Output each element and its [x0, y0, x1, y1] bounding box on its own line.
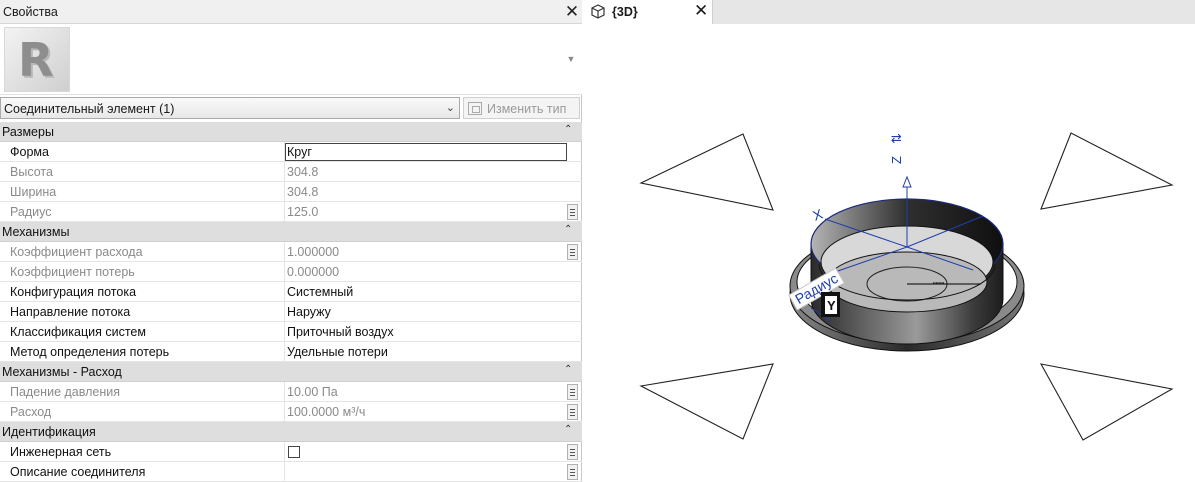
3d-canvas[interactable]: ▪▪▪▪▪▪▪▪ Z ⇅ X Радиус Y — [583, 24, 1195, 482]
property-row-konfig: Конфигурация потока Системный — [0, 282, 582, 302]
associate-parameter-button[interactable] — [567, 204, 578, 220]
group-label: Размеры — [2, 125, 54, 139]
revit-logo: R — [4, 27, 70, 92]
associate-parameter-button[interactable] — [567, 464, 578, 480]
property-row-napravl: Направление потока Наружу — [0, 302, 582, 322]
property-value: 1.000000 — [287, 245, 340, 259]
tab-3d-view[interactable]: {3D} ✕ — [583, 0, 713, 24]
view-area: {3D} ✕ ▪▪▪▪▪▪▪▪ Z ⇅ X Радиус Y — [583, 0, 1195, 482]
property-row-koef-rashoda: Коэффициент расхода 1.000000 — [0, 242, 582, 262]
associate-parameter-button[interactable] — [567, 444, 578, 460]
property-value: 304.8 — [287, 185, 319, 199]
view-tab-strip: {3D} ✕ — [583, 0, 1195, 24]
view-arrow-top-left[interactable] — [639, 133, 774, 211]
property-row-padenie: Падение давления 10.00 Па — [0, 382, 582, 402]
property-name: Падение давления — [10, 385, 120, 399]
z-axis-label: Z — [889, 156, 904, 164]
revit-logo-letter: R — [18, 33, 54, 87]
property-row-vysota: Высота 304.8 — [0, 162, 582, 182]
group-header-rashod[interactable]: Механизмы - Расход ⌃ — [0, 362, 582, 382]
property-value: 0.000000 — [287, 265, 340, 279]
associate-parameter-button[interactable] — [567, 404, 578, 420]
property-value[interactable]: Системный — [287, 285, 565, 299]
property-row-metod: Метод определения потерь Удельные потери — [0, 342, 582, 362]
properties-title: Свойства — [3, 5, 58, 19]
group-header-ident[interactable]: Идентификация ⌃ — [0, 422, 582, 442]
property-name: Форма — [10, 145, 49, 159]
property-value[interactable]: Наружу — [287, 305, 565, 319]
edit-type-label: Изменить тип — [487, 102, 567, 116]
x-axis-label: X — [811, 205, 826, 223]
close-icon[interactable]: ✕ — [694, 2, 708, 20]
property-row-forma: Форма Круг — [0, 142, 582, 162]
3d-view-icon — [591, 4, 605, 19]
associate-parameter-button[interactable] — [567, 384, 578, 400]
type-selector-row: Соединительный элемент (1) ⌄ Изменить ти… — [0, 96, 582, 121]
dimension-value: ▪▪▪▪▪▪▪▪ — [933, 280, 945, 285]
app-window: Свойства ✕ R ▼ Соединительный элемент (1… — [0, 0, 1195, 482]
property-name: Коэффициент расхода — [10, 245, 143, 259]
group-label: Идентификация — [2, 425, 96, 439]
collapse-icon[interactable]: ⌃ — [564, 224, 572, 235]
property-name: Описание соединителя — [10, 465, 146, 479]
view-arrow-top-right[interactable] — [1040, 132, 1174, 210]
properties-title-bar: Свойства ✕ — [0, 0, 582, 24]
y-axis-label: Y — [827, 298, 836, 313]
property-name: Классификация систем — [10, 325, 146, 339]
group-header-mehanizmy[interactable]: Механизмы ⌃ — [0, 222, 582, 242]
collapse-icon[interactable]: ⌃ — [564, 424, 572, 435]
edit-type-button[interactable]: Изменить тип — [463, 97, 580, 119]
property-value: 125.0 — [287, 205, 319, 219]
property-name: Метод определения потерь — [10, 345, 170, 359]
property-name: Ширина — [10, 185, 57, 199]
tab-3d-label: {3D} — [612, 5, 638, 19]
associate-parameter-button[interactable] — [567, 244, 578, 260]
property-row-radius: Радиус 125.0 — [0, 202, 582, 222]
property-row-shirina: Ширина 304.8 — [0, 182, 582, 202]
property-value: Круг — [287, 145, 312, 159]
property-name: Расход — [10, 405, 52, 419]
property-name: Коэффициент потерь — [10, 265, 135, 279]
property-value: 100.0000 м³/ч — [287, 405, 366, 419]
view-arrow-bottom-right[interactable] — [1039, 363, 1174, 441]
collapse-icon[interactable]: ⌃ — [564, 364, 572, 375]
property-row-rashod: Расход 100.0000 м³/ч — [0, 402, 582, 422]
flip-arrows-icon[interactable]: ⇅ — [890, 133, 905, 144]
property-row-koef-poter: Коэффициент потерь 0.000000 — [0, 262, 582, 282]
close-icon[interactable]: ✕ — [564, 3, 580, 21]
property-value[interactable]: Приточный воздух — [287, 325, 565, 339]
property-value: 304.8 — [287, 165, 319, 179]
property-value[interactable]: Удельные потери — [287, 345, 565, 359]
type-selector-value: Соединительный элемент (1) — [4, 102, 175, 116]
chevron-down-icon[interactable]: ▼ — [565, 54, 577, 64]
properties-grid: Размеры ⌃ Форма Круг Высота 304.8 Ширина… — [0, 122, 582, 482]
property-name: Инженерная сеть — [10, 445, 112, 459]
chevron-down-icon: ⌄ — [445, 102, 455, 114]
properties-palette: Свойства ✕ R ▼ Соединительный элемент (1… — [0, 0, 582, 482]
type-selector-dropdown[interactable]: Соединительный элемент (1) ⌄ — [0, 97, 460, 119]
type-preview-area: R ▼ — [0, 24, 582, 95]
edit-type-icon — [468, 102, 482, 115]
property-name: Высота — [10, 165, 53, 179]
y-axis-tag[interactable]: Y — [821, 292, 840, 317]
engineering-network-checkbox[interactable] — [288, 446, 300, 458]
group-label: Механизмы - Расход — [2, 365, 122, 379]
view-arrow-bottom-left[interactable] — [639, 363, 774, 440]
property-value: 10.00 Па — [287, 385, 338, 399]
property-name: Направление потока — [10, 305, 131, 319]
property-row-klassif: Классификация систем Приточный воздух — [0, 322, 582, 342]
collapse-icon[interactable]: ⌃ — [564, 124, 572, 135]
group-label: Механизмы — [2, 225, 70, 239]
property-name: Радиус — [10, 205, 52, 219]
group-header-razmery[interactable]: Размеры ⌃ — [0, 122, 582, 142]
property-row-opisanie: Описание соединителя — [0, 462, 582, 482]
property-row-inzh-set: Инженерная сеть — [0, 442, 582, 462]
property-name: Конфигурация потока — [10, 285, 137, 299]
